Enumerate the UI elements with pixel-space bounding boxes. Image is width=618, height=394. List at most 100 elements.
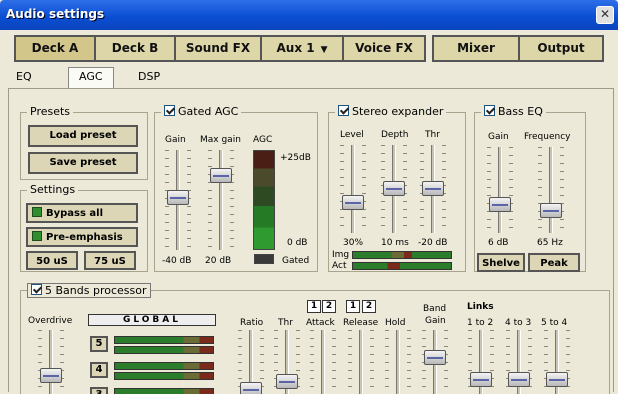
gain-label: Gain [165, 135, 186, 145]
link-1-slider[interactable] [468, 330, 494, 394]
stereo-title[interactable]: Stereo expander [335, 105, 447, 118]
agc-bottom-scale: 0 dB [287, 238, 308, 248]
link-3-thumb[interactable] [546, 372, 568, 387]
act-meter [352, 262, 452, 270]
overdrive-label: Overdrive [28, 316, 73, 326]
link-3-slider[interactable] [544, 330, 570, 394]
act-label: Act [332, 261, 347, 271]
depth-value: 10 ms [381, 238, 409, 248]
overdrive-thumb[interactable] [40, 368, 62, 383]
link-1-thumb[interactable] [470, 372, 492, 387]
stereo-title-text: Stereo expander [352, 105, 444, 118]
band-gain-slider[interactable] [422, 330, 448, 394]
save-preset-button[interactable]: Save preset [28, 152, 138, 174]
bass-title-text: Bass EQ [498, 105, 543, 118]
release-slider[interactable] [348, 330, 374, 394]
window-title-bar: Audio settings ✕ [0, 0, 618, 30]
50us-button[interactable]: 50 uS [26, 251, 78, 270]
link-1-label: 1 to 2 [467, 318, 494, 328]
attack-box-1[interactable]: 1 [307, 300, 321, 313]
subtab-eq[interactable]: EQ [16, 70, 32, 83]
tab-output[interactable]: Output [518, 35, 604, 62]
attack-box-2[interactable]: 2 [322, 300, 336, 313]
level-slider-thumb[interactable] [342, 195, 364, 210]
bass-gain-thumb[interactable] [489, 197, 511, 212]
band-5-meter-b [114, 346, 214, 354]
gated-agc-checkbox[interactable] [164, 105, 175, 116]
band-4-button[interactable]: 4 [90, 362, 108, 378]
tab-voice-fx[interactable]: Voice FX [342, 35, 426, 62]
release-box-2[interactable]: 2 [362, 300, 376, 313]
shelve-button[interactable]: Shelve [477, 253, 525, 272]
peak-button[interactable]: Peak [528, 253, 580, 272]
gain-slider[interactable] [165, 150, 191, 250]
gain-slider-thumb[interactable] [167, 190, 189, 205]
band-thr-slider[interactable] [274, 330, 300, 394]
attack-label: Attack [306, 318, 335, 328]
overdrive-slider[interactable] [38, 330, 64, 394]
close-icon[interactable]: ✕ [596, 6, 614, 24]
pre-emphasis-button[interactable]: Pre-emphasis [26, 227, 138, 247]
tab-sound-fx[interactable]: Sound FX [174, 35, 262, 62]
thr-slider-thumb[interactable] [422, 181, 444, 196]
level-slider[interactable] [340, 145, 366, 233]
chevron-down-icon[interactable]: ▼ [321, 45, 328, 55]
maxgain-slider[interactable] [208, 150, 234, 250]
stereo-checkbox[interactable] [338, 105, 349, 116]
tab-aux-1-label: Aux 1 [276, 41, 315, 55]
tab-mixer[interactable]: Mixer [432, 35, 520, 62]
img-meter [352, 251, 452, 259]
gated-agc-title[interactable]: Gated AGC [161, 105, 242, 118]
gated-label: Gated [282, 256, 310, 266]
bass-checkbox[interactable] [484, 105, 495, 116]
gated-indicator [254, 254, 274, 264]
band-gain-thumb[interactable] [424, 350, 446, 365]
load-preset-button[interactable]: Load preset [28, 125, 138, 147]
depth-slider[interactable] [381, 145, 407, 233]
hold-slider[interactable] [385, 330, 411, 394]
subtab-dsp[interactable]: DSP [138, 70, 160, 83]
release-label: Release [343, 318, 379, 328]
link-2-label: 4 to 3 [505, 318, 532, 328]
attack-slider[interactable] [310, 330, 336, 394]
global-header: GLOBAL [88, 314, 216, 326]
tab-deck-a[interactable]: Deck A [14, 35, 96, 62]
bands-title[interactable]: 5 Bands processor [27, 283, 151, 298]
subtab-agc[interactable]: AGC [68, 67, 114, 89]
bypass-all-button[interactable]: Bypass all [26, 203, 138, 223]
band-thr-label: Thr [278, 318, 293, 328]
maxgain-slider-thumb[interactable] [210, 168, 232, 183]
link-2-thumb[interactable] [508, 372, 530, 387]
bands-checkbox[interactable] [31, 284, 42, 295]
tab-aux-1[interactable]: Aux 1 ▼ [260, 35, 344, 62]
band-3-button[interactable]: 3 [90, 387, 108, 394]
link-2-slider[interactable] [506, 330, 532, 394]
ratio-slider[interactable] [238, 330, 264, 394]
links-label: Links [467, 302, 494, 312]
band-3-meter-a [114, 388, 214, 394]
maxgain-label: Max gain [200, 135, 241, 145]
presets-title: Presets [27, 105, 74, 118]
bass-freq-thumb[interactable] [540, 203, 562, 218]
bass-freq-slider[interactable] [538, 147, 564, 233]
bass-title[interactable]: Bass EQ [481, 105, 546, 118]
depth-slider-thumb[interactable] [383, 181, 405, 196]
bass-gain-label: Gain [488, 132, 509, 142]
bass-freq-label: Frequency [524, 132, 571, 142]
bass-gain-value: 6 dB [488, 238, 509, 248]
tab-deck-b[interactable]: Deck B [94, 35, 176, 62]
bypass-led-icon [32, 207, 42, 217]
img-label: Img [332, 250, 350, 260]
settings-title: Settings [27, 183, 79, 196]
75us-button[interactable]: 75 uS [84, 251, 136, 270]
gain-value: -40 dB [162, 256, 192, 266]
band-thr-thumb[interactable] [276, 374, 298, 389]
thr-slider[interactable] [420, 145, 446, 233]
ratio-thumb[interactable] [240, 382, 262, 394]
preemphasis-led-icon [32, 231, 42, 241]
band-4-meter-a [114, 362, 214, 370]
bass-gain-slider[interactable] [487, 147, 513, 233]
release-box-1[interactable]: 1 [346, 300, 360, 313]
agc-meter [253, 150, 275, 250]
band-5-button[interactable]: 5 [90, 336, 108, 352]
